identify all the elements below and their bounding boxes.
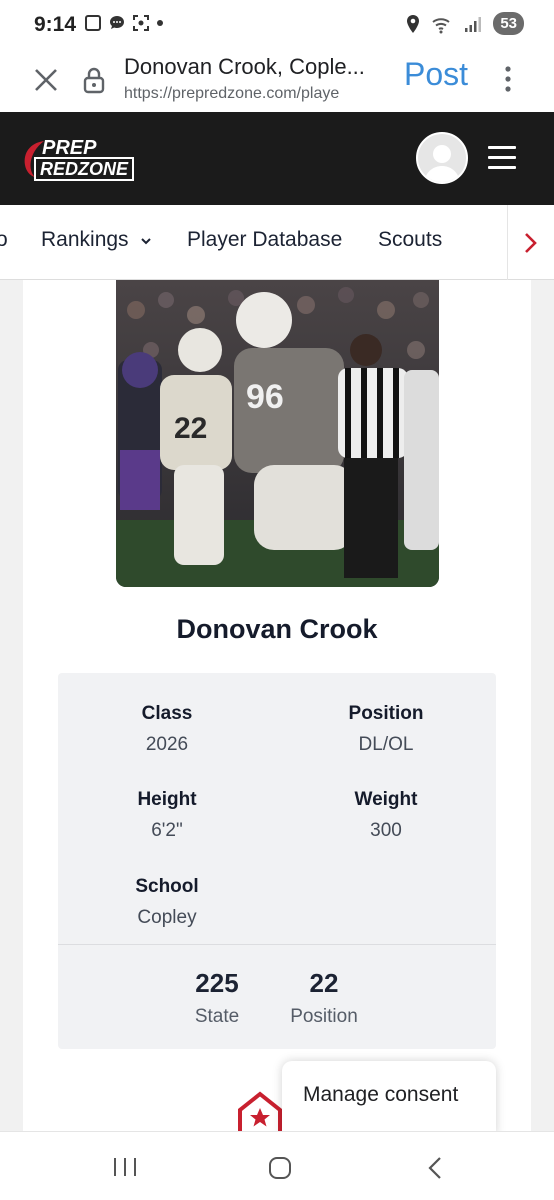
chevron-right-icon[interactable] — [522, 231, 540, 255]
notification-square-icon — [85, 15, 101, 31]
field-value-height: 6'2" — [151, 820, 183, 841]
field-value-school: Copley — [137, 907, 197, 928]
player-name: Donovan Crook — [176, 614, 378, 644]
field-label-weight: Weight — [354, 789, 418, 810]
nav-divider — [507, 205, 508, 280]
menu-icon[interactable] — [488, 146, 516, 170]
url-text[interactable]: https://prepredzone.com/playe — [124, 85, 386, 103]
status-time: 9:14 — [34, 13, 77, 36]
signal-icon — [465, 16, 482, 32]
status-notification-icons — [84, 14, 164, 32]
screenshot-icon — [133, 15, 149, 31]
recent-apps-icon[interactable] — [112, 1156, 138, 1178]
state-rank-number: 225 — [195, 968, 239, 998]
wifi-icon — [432, 17, 450, 33]
field-value-position: DL/OL — [358, 734, 414, 755]
nav-item-player-database[interactable]: Player Database — [187, 228, 342, 252]
nav-item-partial[interactable]: o — [0, 228, 8, 252]
chevron-down-icon — [141, 238, 152, 245]
lock-icon[interactable] — [82, 66, 106, 94]
home-icon[interactable] — [268, 1156, 292, 1180]
football-action-image: 22 96 — [116, 280, 439, 587]
browser-toolbar: Donovan Crook, Cople... https://prepredz… — [0, 50, 554, 112]
status-bar: 9:14 53 — [0, 0, 554, 50]
user-silhouette-icon — [424, 145, 460, 182]
logo-text-bottom: REDZONE — [34, 157, 135, 181]
nav-item-label: Rankings — [41, 228, 129, 251]
field-label-class: Class — [141, 703, 193, 724]
chat-bubble-icon — [110, 16, 124, 29]
battery-level: 53 — [493, 12, 524, 35]
svg-text:22: 22 — [174, 412, 207, 445]
nav-item-rankings[interactable]: Rankings — [41, 228, 152, 252]
manage-consent-label: Manage consent — [303, 1083, 459, 1106]
more-vert-icon[interactable] — [500, 64, 516, 94]
svg-text:96: 96 — [246, 378, 284, 416]
field-value-weight: 300 — [370, 820, 402, 841]
dot-icon — [157, 20, 163, 26]
field-label-position: Position — [348, 703, 424, 724]
field-label-height: Height — [137, 789, 197, 810]
system-navigation-bar — [0, 1131, 554, 1200]
nav-item-scouts[interactable]: Scouts — [378, 228, 442, 252]
player-photo: 22 96 — [116, 280, 439, 587]
site-header: PREP REDZONE — [0, 112, 554, 205]
page-title: Donovan Crook, Cople... — [124, 54, 365, 79]
main-nav: o Rankings Player Database Scouts — [0, 205, 554, 280]
close-icon[interactable] — [32, 66, 60, 94]
position-rank-label: Position — [290, 1006, 358, 1027]
star-badge-icon — [238, 1091, 282, 1132]
field-value-class: 2026 — [145, 734, 189, 755]
manage-consent-button[interactable]: Manage consent — [282, 1061, 496, 1135]
back-icon[interactable] — [426, 1155, 444, 1181]
status-system-icons: 53 — [405, 12, 524, 35]
player-info-panel: Class 2026 Position DL/OL Height 6'2" We… — [58, 673, 496, 1049]
field-label-school: School — [135, 876, 199, 897]
location-icon — [407, 14, 420, 33]
post-button[interactable]: Post — [404, 56, 468, 93]
info-divider — [58, 944, 496, 945]
state-rank-label: State — [194, 1006, 240, 1027]
user-avatar[interactable] — [416, 132, 468, 184]
position-rank-number: 22 — [309, 968, 339, 998]
site-logo[interactable]: PREP REDZONE — [22, 137, 152, 183]
